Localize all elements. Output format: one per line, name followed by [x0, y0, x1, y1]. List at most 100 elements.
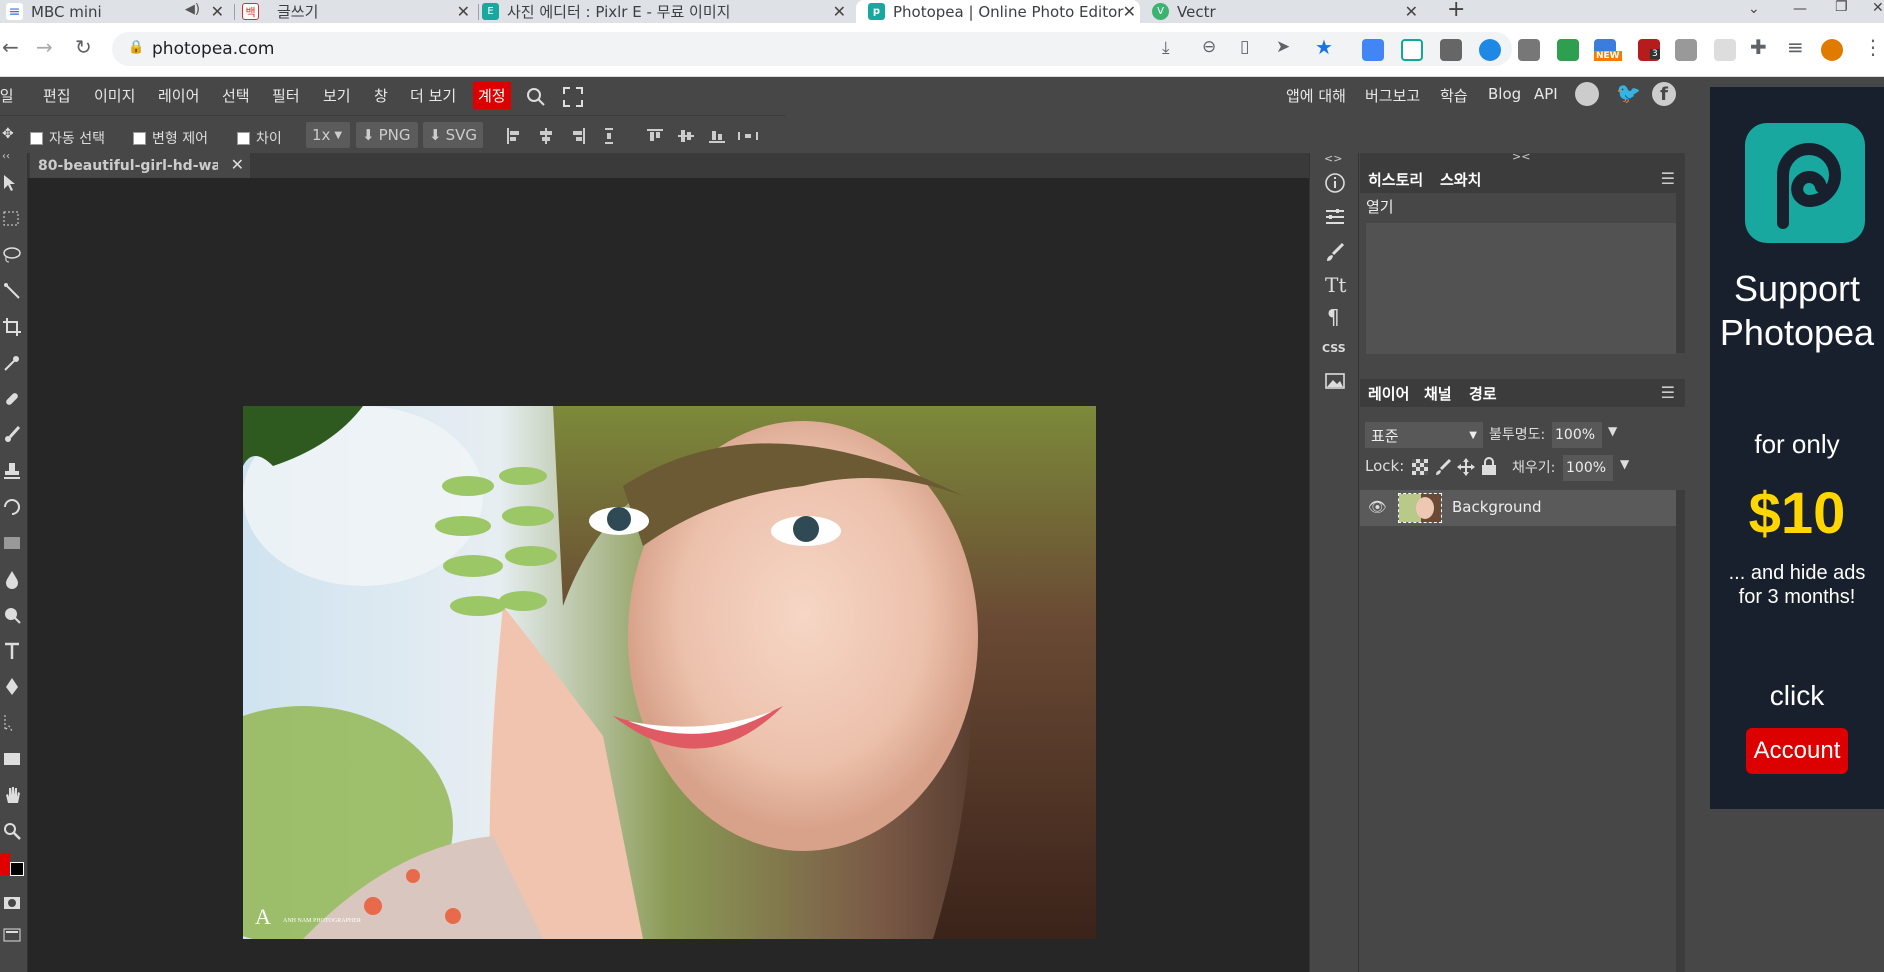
- close-tab-icon[interactable]: ✕: [1405, 2, 1418, 21]
- layers-menu-icon[interactable]: ☰: [1661, 383, 1675, 402]
- menu-view[interactable]: 보기: [323, 85, 351, 106]
- lasso-tool-icon[interactable]: [2, 245, 22, 265]
- layers-scrollbar[interactable]: [1676, 490, 1685, 972]
- clone-stamp-tool-icon[interactable]: [2, 461, 22, 481]
- media-icon[interactable]: ≡: [1787, 35, 1804, 59]
- extension-icon[interactable]: [1714, 39, 1736, 61]
- background-color-swatch[interactable]: [10, 862, 24, 876]
- close-document-icon[interactable]: ✕: [231, 155, 244, 174]
- path-select-tool-icon[interactable]: [2, 713, 22, 733]
- foreground-color-swatch[interactable]: [0, 853, 10, 875]
- align-top-icon[interactable]: [647, 128, 663, 144]
- collapse-tools-icon[interactable]: ‹‹: [2, 151, 10, 162]
- adjustments-icon[interactable]: [1324, 206, 1346, 228]
- lock-position-icon[interactable]: [1457, 458, 1475, 476]
- tab-layers[interactable]: 레이어: [1368, 383, 1409, 404]
- auto-select-checkbox[interactable]: 자동 선택: [30, 128, 105, 148]
- lock-transparency-icon[interactable]: [1412, 459, 1428, 475]
- character-icon[interactable]: Tt: [1325, 273, 1346, 297]
- menu-select[interactable]: 선택: [222, 85, 250, 106]
- search-icon[interactable]: [526, 87, 546, 107]
- info-icon[interactable]: [1324, 172, 1346, 194]
- export-png-button[interactable]: ⬇ PNG: [356, 122, 418, 148]
- layer-row-background[interactable]: 👁 Background: [1360, 490, 1676, 526]
- menu-layer[interactable]: 레이어: [158, 85, 199, 106]
- healing-tool-icon[interactable]: [2, 389, 22, 409]
- menu-window[interactable]: 창: [374, 85, 388, 106]
- fill-input[interactable]: 100%: [1563, 455, 1613, 481]
- extension-icon[interactable]: [1401, 39, 1423, 61]
- layer-visibility-eye-icon[interactable]: 👁: [1368, 498, 1387, 516]
- canvas-photo[interactable]: A ANH NAM PHOTOGRAPHER: [243, 406, 1096, 939]
- history-scrollbar[interactable]: [1676, 193, 1685, 353]
- minimize-icon[interactable]: —: [1793, 1, 1807, 17]
- menu-account[interactable]: 계정: [473, 82, 511, 109]
- align-center-icon[interactable]: [538, 128, 554, 144]
- shield-extension-icon[interactable]: [1557, 39, 1579, 61]
- install-icon[interactable]: ⤓: [1162, 38, 1170, 58]
- dodge-tool-icon[interactable]: [2, 605, 22, 625]
- menu-about[interactable]: 앱에 대해: [1286, 85, 1346, 106]
- fill-dropdown-icon[interactable]: ▼: [1620, 457, 1629, 471]
- back-icon[interactable]: ←: [2, 35, 19, 59]
- type-tool-icon[interactable]: [2, 641, 22, 661]
- zoom-tool-icon[interactable]: [2, 821, 22, 841]
- marquee-tool-icon[interactable]: [2, 209, 22, 229]
- opacity-dropdown-icon[interactable]: ▼: [1608, 424, 1617, 438]
- menu-more[interactable]: 더 보기: [410, 85, 456, 106]
- mail-extension-icon[interactable]: [1440, 39, 1462, 61]
- close-tab-icon[interactable]: ✕: [457, 2, 470, 21]
- browser-tab-pixlr[interactable]: E 사진 에디터 : Pixlr E - 무료 이미지 ✕: [482, 0, 850, 23]
- restore-icon[interactable]: ❐: [1835, 0, 1848, 15]
- browser-tab-photopea[interactable]: p Photopea | Online Photo Editor ✕: [856, 0, 1140, 23]
- menu-report-bug[interactable]: 버그보고: [1365, 85, 1420, 106]
- menu-file[interactable]: 파일: [0, 85, 14, 106]
- image-icon[interactable]: [1324, 370, 1346, 392]
- brush-settings-icon[interactable]: [1324, 241, 1346, 263]
- lock-all-icon[interactable]: [1481, 457, 1497, 476]
- page-icon[interactable]: ▯: [1240, 37, 1249, 57]
- extension-icon[interactable]: [1518, 39, 1540, 61]
- quick-mask-icon[interactable]: [2, 893, 22, 913]
- align-right-icon[interactable]: [570, 128, 586, 144]
- ad-banner[interactable]: Support Photopea for only $10 ... and hi…: [1710, 87, 1884, 809]
- hand-tool-icon[interactable]: [2, 785, 22, 805]
- export-scale-select[interactable]: 1x ▼: [306, 122, 350, 148]
- tab-paths[interactable]: 경로: [1469, 383, 1497, 404]
- globe-extension-icon[interactable]: [1479, 39, 1501, 61]
- reload-icon[interactable]: ↻: [75, 35, 92, 59]
- document-tab[interactable]: 80-beautiful-girl-hd-wa ✕: [30, 153, 250, 178]
- profile-avatar[interactable]: [1821, 39, 1843, 61]
- collapse-panels-toggle[interactable]: <>: [1324, 152, 1342, 165]
- lock-pixels-icon[interactable]: [1434, 458, 1452, 476]
- blur-tool-icon[interactable]: [2, 569, 22, 589]
- pen-tool-icon[interactable]: [2, 677, 22, 697]
- close-tab-icon[interactable]: ✕: [1123, 2, 1136, 21]
- tab-search-icon[interactable]: ⌄: [1748, 1, 1760, 17]
- new-tab-button[interactable]: +: [1447, 0, 1465, 22]
- align-left-icon[interactable]: [506, 128, 522, 144]
- menu-api[interactable]: API: [1534, 85, 1558, 103]
- address-bar[interactable]: 🔒 photopea.com ⤓ ⊖ ▯ ➤ ★: [112, 32, 1512, 66]
- browser-tab-write[interactable]: 백 글쓰기 ✕: [242, 0, 474, 23]
- distribute-horizontal-icon[interactable]: [738, 128, 758, 144]
- facebook-icon[interactable]: f: [1652, 82, 1676, 106]
- close-tab-icon[interactable]: ✕: [211, 2, 224, 21]
- menu-icon[interactable]: ⋮: [1863, 35, 1883, 59]
- brush-tool-icon[interactable]: [2, 425, 22, 445]
- history-item-open[interactable]: 열기: [1366, 196, 1394, 217]
- menu-image[interactable]: 이미지: [94, 85, 135, 106]
- menu-blog[interactable]: Blog: [1488, 85, 1521, 103]
- ad-account-button[interactable]: Account: [1746, 728, 1848, 774]
- history-menu-icon[interactable]: ☰: [1661, 169, 1675, 188]
- opacity-input[interactable]: 100%: [1552, 422, 1602, 448]
- extension-icon[interactable]: [1675, 39, 1697, 61]
- tab-swatches[interactable]: 스와치: [1440, 169, 1481, 190]
- browser-tab-mbc[interactable]: ≡ MBC mini ◀) ✕: [6, 0, 228, 23]
- twitter-icon[interactable]: 🐦: [1616, 81, 1641, 105]
- browser-tab-vectr[interactable]: V Vectr ✕: [1152, 0, 1422, 23]
- audio-icon[interactable]: ◀): [185, 2, 200, 17]
- crop-tool-icon[interactable]: [2, 317, 22, 337]
- blend-mode-select[interactable]: 표준 ▼: [1365, 422, 1483, 448]
- menu-edit[interactable]: 편집: [43, 85, 71, 106]
